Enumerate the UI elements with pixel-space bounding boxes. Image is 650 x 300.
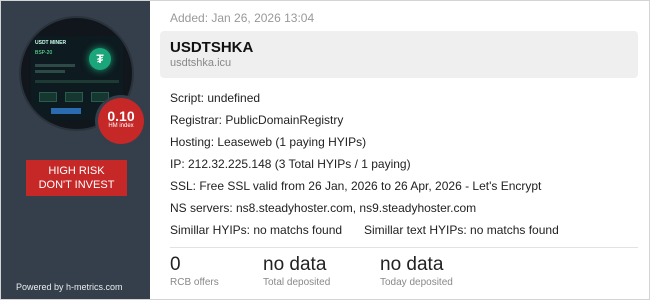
stat-label: Total deposited — [263, 277, 331, 288]
detail-ip: IP: 212.32.225.148 (3 Total HYIPs / 1 pa… — [170, 157, 411, 171]
stat-label: Today deposited — [380, 277, 453, 288]
detail-ns-servers: NS servers: ns8.steadyhoster.com, ns9.st… — [170, 201, 477, 215]
project-domain[interactable]: usdtshka.icu — [170, 57, 231, 69]
hm-index-badge: 0.10 HM index — [98, 98, 144, 144]
stat-value: 0 — [170, 254, 181, 275]
sidebar: USDT MINER BSP-20 ₮ 0.10 HM index HIGH R… — [1, 1, 150, 299]
stat-value: no data — [263, 254, 327, 275]
stat-rcb-offers: 0 RCB offers — [170, 254, 219, 288]
risk-line-2: DON'T INVEST — [38, 179, 115, 191]
title-box: USDTSHKA usdtshka.icu — [160, 31, 638, 78]
risk-line-1: HIGH RISK — [48, 165, 105, 177]
stat-value: no data — [380, 254, 444, 275]
thumbnail-button — [65, 92, 83, 102]
thumbnail-bar — [51, 108, 81, 114]
detail-similar-hyips: Simillar HYIPs: no matchs found — [170, 223, 343, 237]
detail-registrar: Registrar: PublicDomainRegistry — [170, 113, 344, 127]
thumbnail-text-line — [35, 70, 65, 73]
risk-warning-button[interactable]: HIGH RISK DON'T INVEST — [26, 160, 127, 196]
detail-similar-row: Simillar HYIPs: no matchs found Simillar … — [170, 223, 640, 245]
tether-coin-icon: ₮ — [89, 48, 111, 70]
hm-index-value: 0.10 — [107, 108, 135, 124]
divider — [170, 247, 638, 248]
stat-label: RCB offers — [170, 277, 219, 288]
detail-similar-text-hyips: Simillar text HYIPs: no matchs found — [364, 223, 559, 237]
detail-script: Script: undefined — [170, 91, 261, 105]
stat-total-deposited: no data Total deposited — [263, 254, 330, 288]
thumbnail-badge: BSP-20 — [35, 50, 53, 56]
project-title[interactable]: USDTSHKA — [170, 39, 253, 56]
added-date: Added: Jan 26, 2026 13:04 — [170, 11, 315, 25]
thumbnail-button — [91, 92, 109, 102]
details-list: Script: undefined Registrar: PublicDomai… — [170, 91, 640, 245]
detail-ssl: SSL: Free SSL valid from 26 Jan, 2026 to… — [170, 179, 542, 193]
powered-by-link[interactable]: Powered by h-metrics.com — [16, 282, 123, 292]
thumbnail-site-name: USDT MINER — [35, 40, 67, 46]
main-content: Added: Jan 26, 2026 13:04 USDTSHKA usdts… — [150, 1, 649, 299]
detail-hosting: Hosting: Leaseweb (1 paying HYIPs) — [170, 135, 367, 149]
thumbnail-text-line — [35, 80, 119, 83]
thumbnail-text-line — [35, 64, 75, 67]
thumbnail-button — [39, 92, 57, 102]
hm-index-label: HM index — [108, 123, 134, 129]
stat-today-deposited: no data Today deposited — [380, 254, 453, 288]
